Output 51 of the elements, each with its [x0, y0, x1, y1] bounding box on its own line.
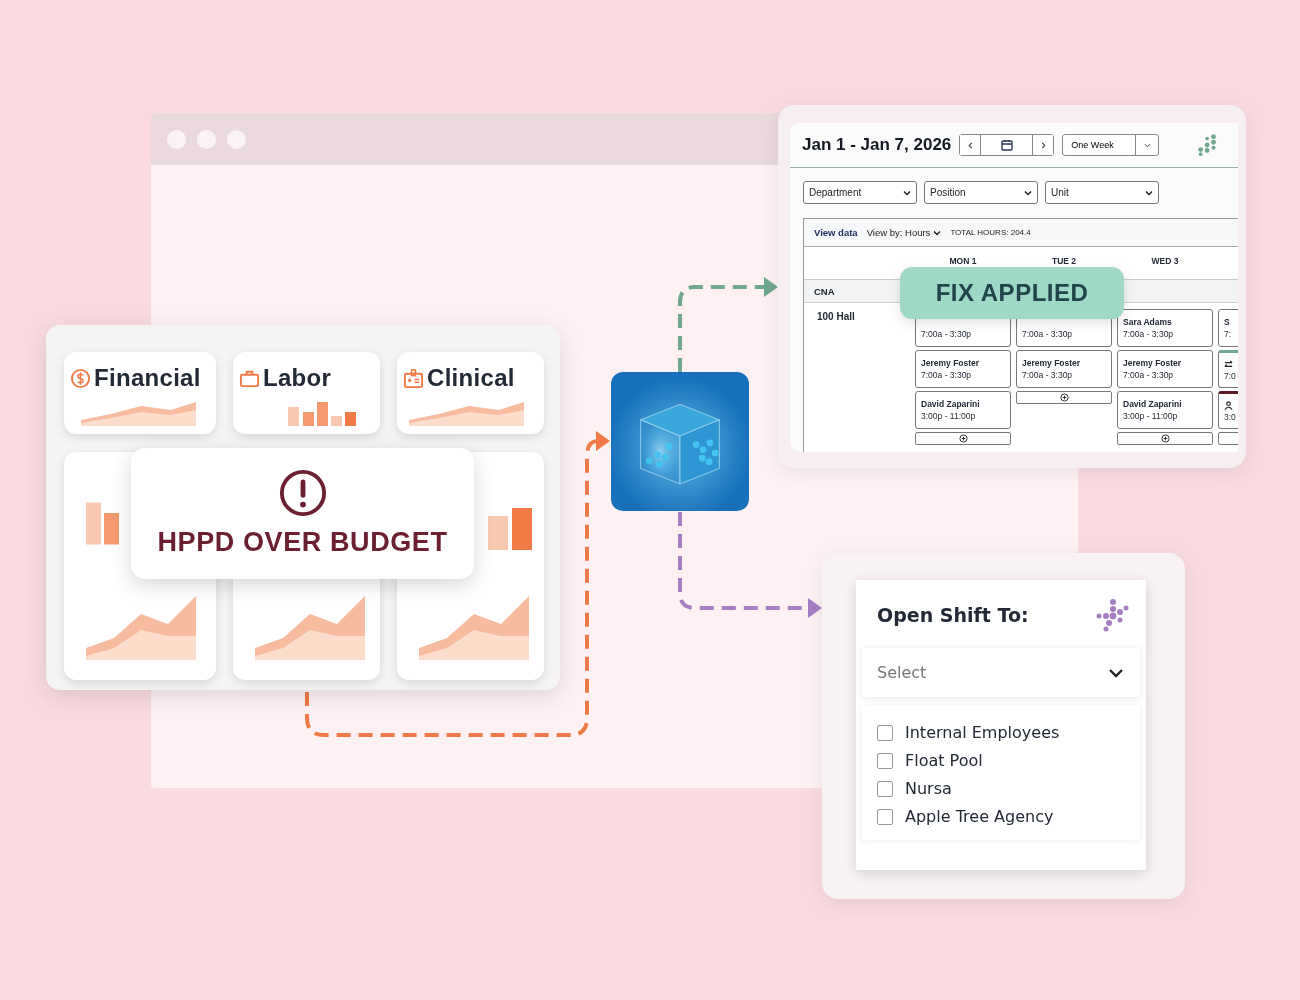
filter-dropdown[interactable]: Position	[924, 181, 1038, 204]
shift-time: 7:00a - 3:30p	[1022, 329, 1074, 339]
shift-card[interactable]: Jeremy Foster 7:00a - 3:30p	[1016, 350, 1112, 388]
staff-name: David Zaparini	[1123, 399, 1183, 409]
option-label[interactable]: Float Pool	[905, 751, 983, 770]
shift-card[interactable]: David Zaparini 3:00p - 11:00p	[915, 391, 1011, 429]
option-label[interactable]: Nursa	[905, 779, 952, 798]
view-data-link[interactable]: View data	[814, 227, 858, 238]
shift-card[interactable]: Jeremy Foster 7:00a - 3:30p	[915, 350, 1011, 388]
shift-time: 7:00a - 3:30p	[921, 370, 973, 380]
fix-applied-toast: FIX APPLIED	[900, 267, 1124, 319]
view-by-dropdown[interactable]: View by: Hours	[866, 227, 942, 238]
tile-title: Clinical	[427, 364, 515, 392]
shift-card[interactable]: S 7:	[1218, 309, 1238, 347]
shift-time: 7:00a - 3:30p	[1123, 370, 1175, 380]
shift-card[interactable]: David Zaparini 3:00p - 11:00p	[1117, 391, 1213, 429]
shift-time: 7:	[1224, 329, 1233, 339]
tile-title: Financial	[94, 364, 201, 392]
view-dropdown[interactable]: One Week	[1062, 134, 1160, 156]
shift-time: 7:00a - 3:30p	[1022, 370, 1074, 380]
tile-title: Labor	[263, 364, 332, 392]
shift-time: 3:00p - 11:00p	[1123, 411, 1179, 421]
select-dropdown[interactable]: Select	[862, 648, 1140, 697]
shift-time: 7:00a - 3:30p	[1123, 329, 1175, 339]
group-label: CNA	[814, 285, 835, 297]
total-hours: TOTAL HOURS: 204.4	[950, 228, 1031, 237]
staff-name: Jeremy Foster	[1022, 358, 1082, 368]
shift-time: 3:0	[1224, 411, 1237, 422]
shift-time: 3:00p - 11:00p	[921, 411, 977, 421]
shift-time: 7:00a - 3:30p	[921, 329, 973, 339]
alert-text: HPPD OVER BUDGET	[157, 527, 448, 558]
filter-dropdown[interactable]: Department	[803, 181, 917, 204]
staff-name: Sara Adams	[1123, 317, 1173, 327]
day-header: TUE 2	[1050, 256, 1078, 266]
day-header: MON 1	[948, 256, 978, 266]
staff-name: David Zaparini	[921, 399, 981, 409]
option-label[interactable]: Apple Tree Agency	[905, 807, 1054, 826]
shift-card[interactable]: Sara Adams 7:00a - 3:30p	[1117, 309, 1213, 347]
shift-time: 7:0	[1224, 370, 1237, 381]
staff-name: Jeremy Foster	[921, 358, 981, 368]
unit-label: 100 Hall	[816, 310, 856, 322]
shift-card[interactable]: Jeremy Foster 7:00a - 3:30p	[1117, 350, 1213, 388]
shift-card[interactable]: 7:0	[1218, 350, 1238, 388]
shift-card[interactable]: 3:0	[1218, 391, 1238, 429]
staff-name: Jeremy Foster	[1123, 358, 1183, 368]
day-header: WED 3	[1150, 256, 1180, 266]
panel-title: Open Shift To:	[877, 604, 1029, 626]
staff-name: S	[1224, 317, 1231, 327]
date-range: Jan 1 - Jan 7, 2026	[802, 135, 952, 155]
filter-dropdown[interactable]: Unit	[1045, 181, 1159, 204]
option-label[interactable]: Internal Employees	[905, 723, 1060, 742]
